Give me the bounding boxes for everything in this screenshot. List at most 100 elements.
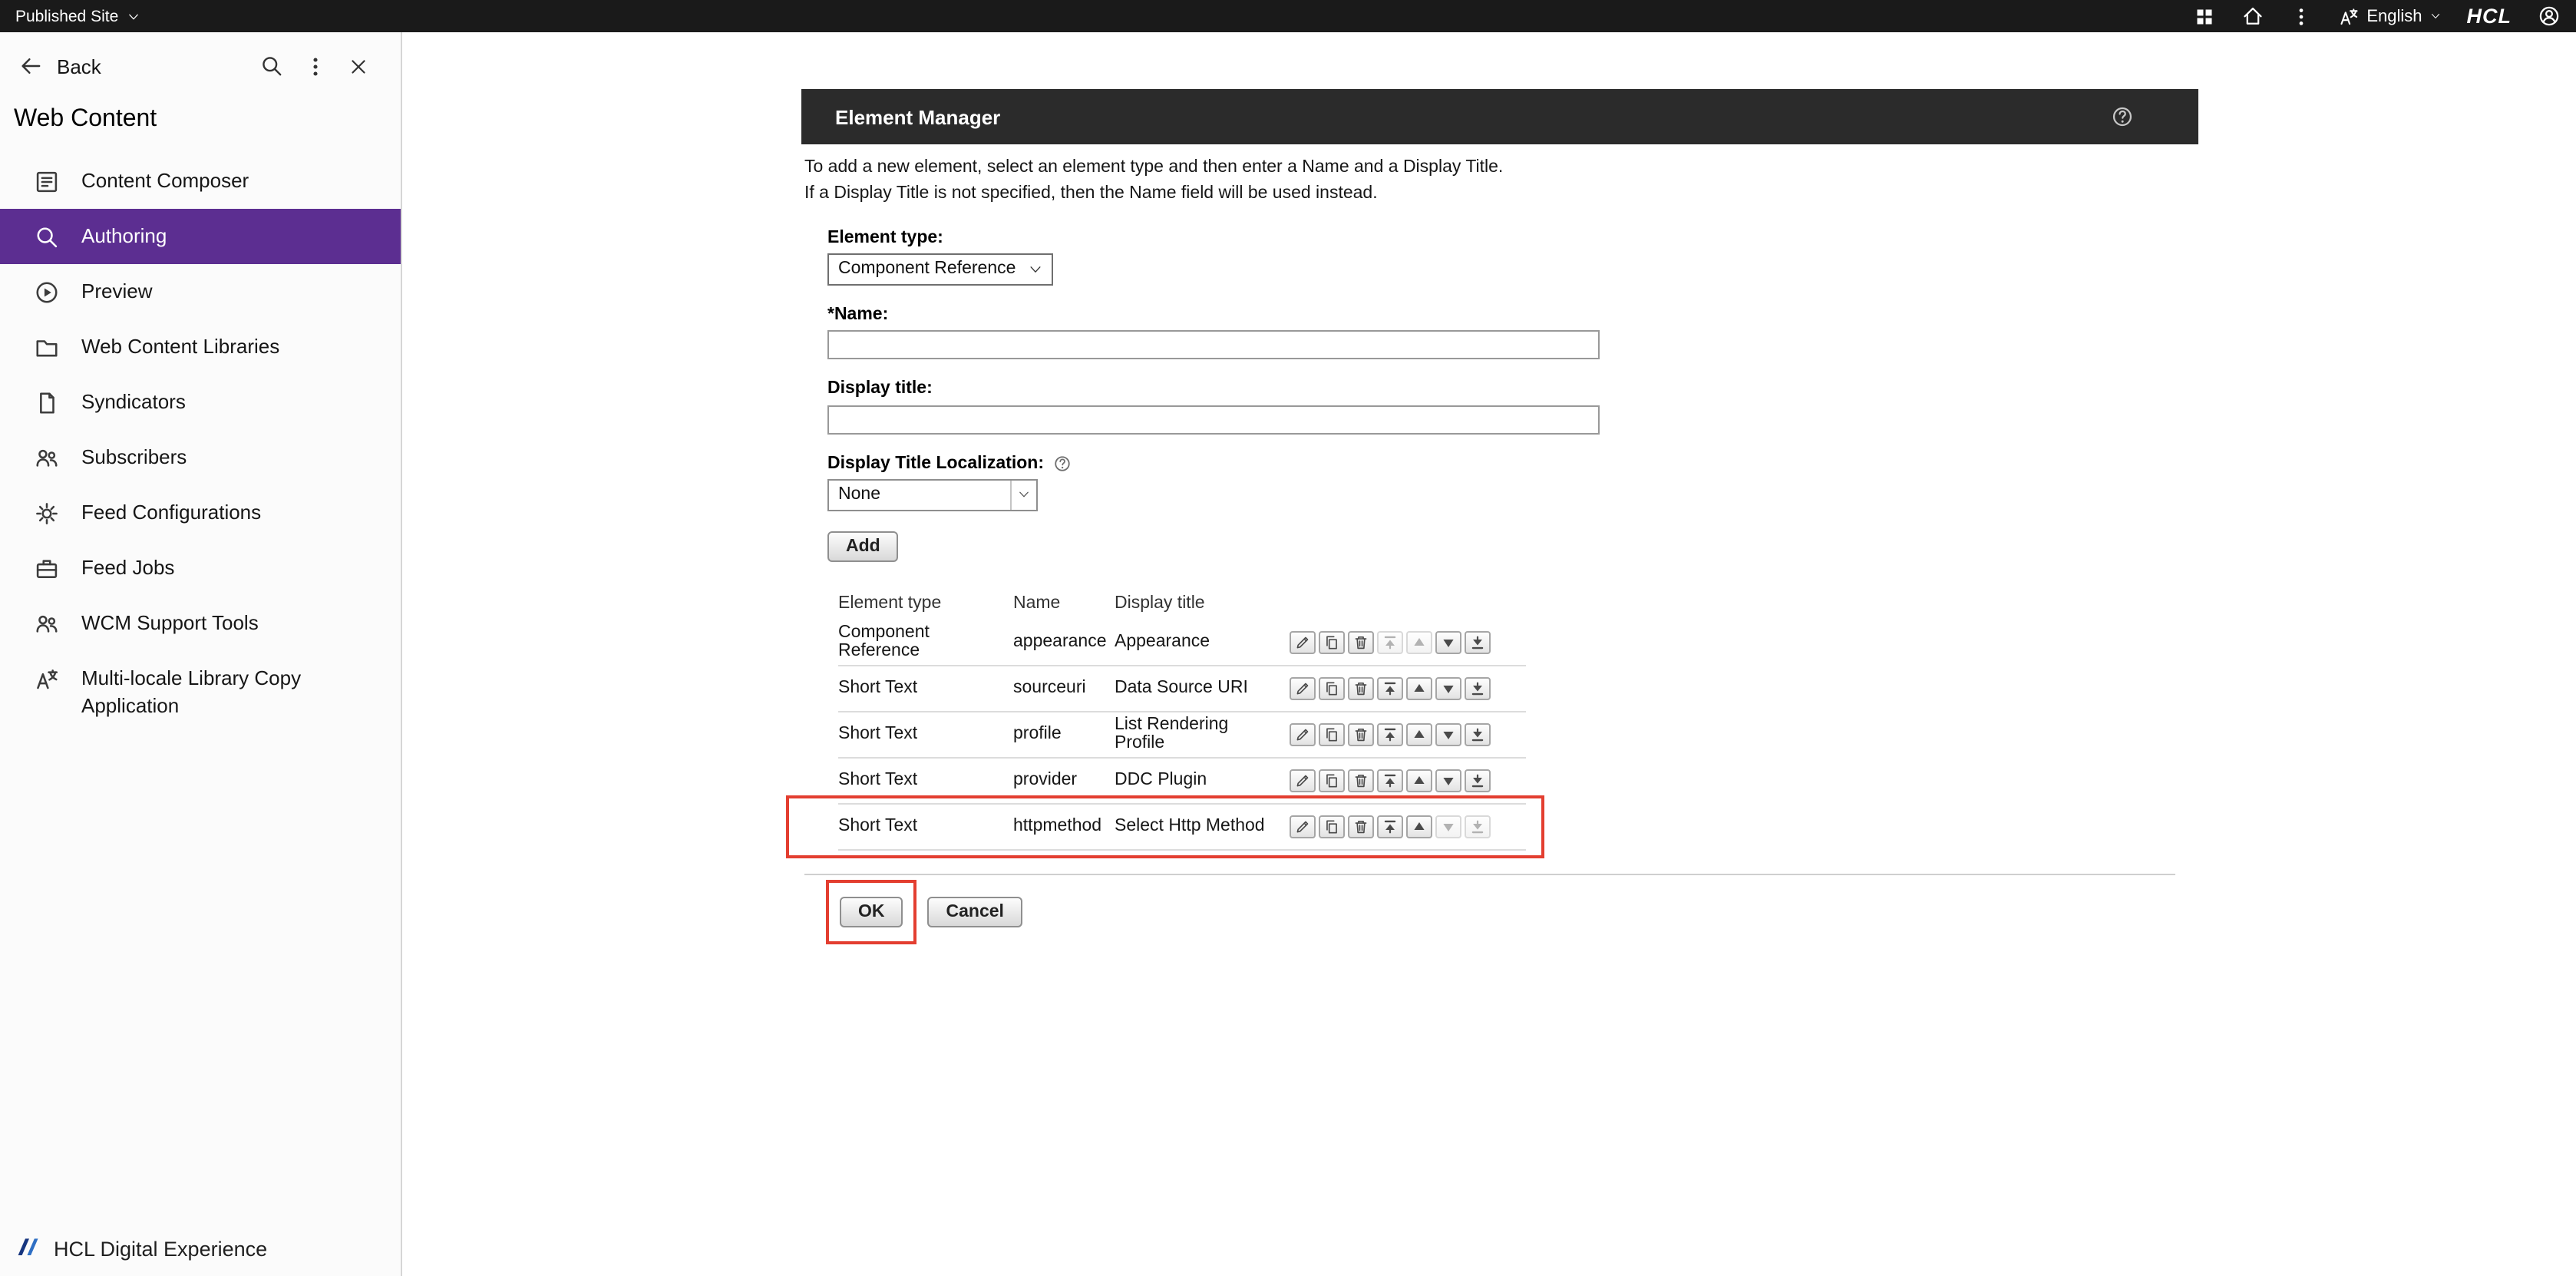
move-top-button[interactable]	[1377, 815, 1403, 838]
hcl-logo-icon	[15, 1235, 43, 1262]
app-window: Published Site English HCL	[0, 0, 2576, 1276]
delete-button[interactable]	[1348, 722, 1374, 745]
cancel-button[interactable]: Cancel	[928, 896, 1022, 927]
copy-icon	[1323, 818, 1340, 835]
form-divider	[804, 873, 2175, 874]
edit-button[interactable]	[1290, 722, 1316, 745]
sidebar-item-label: Authoring	[81, 223, 167, 250]
cell-name: httpmethod	[1013, 817, 1115, 835]
move-down-button[interactable]	[1435, 676, 1461, 699]
copy-button[interactable]	[1319, 769, 1345, 792]
language-label: English	[2366, 7, 2422, 25]
back-button[interactable]	[18, 54, 43, 78]
add-button[interactable]: Add	[827, 531, 899, 561]
table-row: Short TextsourceuriData Source URI	[838, 666, 1526, 712]
copy-icon	[1323, 726, 1340, 742]
move-up-button[interactable]	[1406, 676, 1432, 699]
move-top-button[interactable]	[1377, 676, 1403, 699]
localization-help-button[interactable]	[1053, 454, 1072, 472]
sidebar-item-label: Subscribers	[81, 444, 187, 471]
element-type-select[interactable]: Component Reference	[827, 253, 1052, 285]
name-input[interactable]	[827, 330, 1600, 359]
cell-name: provider	[1013, 771, 1115, 789]
sidebar-close-button[interactable]	[347, 55, 370, 78]
move-up-button[interactable]	[1406, 769, 1432, 792]
move-up-button[interactable]	[1406, 722, 1432, 745]
move-top-button[interactable]	[1377, 722, 1403, 745]
apps-button[interactable]	[2193, 5, 2214, 27]
home-button[interactable]	[2241, 5, 2264, 28]
sidebar-more-button[interactable]	[304, 55, 327, 78]
sidebar-item-subscribers[interactable]: Subscribers	[0, 430, 401, 485]
back-label[interactable]: Back	[57, 55, 101, 78]
column-header-name: Name	[1013, 594, 1115, 613]
elements-table: Element type Name Display title Componen…	[838, 587, 1526, 850]
move-bottom-button[interactable]	[1465, 769, 1491, 792]
ok-button[interactable]: OK	[840, 896, 903, 927]
cell-display-title: Select Http Method	[1115, 817, 1280, 835]
sidebar-item-preview[interactable]: Preview	[0, 264, 401, 319]
move-down-button[interactable]	[1435, 630, 1461, 653]
sidebar-item-label: Web Content Libraries	[81, 333, 279, 360]
sidebar-item-feed-configurations[interactable]: Feed Configurations	[0, 485, 401, 540]
sidebar-title: Web Content	[0, 100, 401, 154]
sidebar-item-label: Feed Jobs	[81, 554, 174, 581]
chevron-down-icon	[1028, 262, 1042, 276]
delete-icon	[1352, 772, 1369, 788]
move-bottom-button[interactable]	[1465, 676, 1491, 699]
copy-button[interactable]	[1319, 676, 1345, 699]
element-manager-dialog: Element Manager To add a new element, se…	[801, 89, 2198, 927]
sidebar-item-label: Syndicators	[81, 388, 186, 415]
copy-button[interactable]	[1319, 722, 1345, 745]
delete-button[interactable]	[1348, 676, 1374, 699]
sidebar-item-syndicators[interactable]: Syndicators	[0, 375, 401, 430]
sidebar-item-authoring[interactable]: Authoring	[0, 209, 401, 264]
sidebar-search-button[interactable]	[259, 54, 284, 78]
copy-button[interactable]	[1319, 630, 1345, 653]
move-down-button[interactable]	[1435, 769, 1461, 792]
move-top-button[interactable]	[1377, 769, 1403, 792]
language-selector[interactable]: English	[2337, 5, 2440, 27]
sidebar-item-multi-locale-library-copy-application[interactable]: Multi-locale Library Copy Application	[0, 651, 401, 732]
move-down-button[interactable]	[1435, 722, 1461, 745]
delete-button[interactable]	[1348, 630, 1374, 653]
more-options-button[interactable]	[2290, 5, 2311, 27]
sidebar-item-web-content-libraries[interactable]: Web Content Libraries	[0, 319, 401, 375]
sidebar-item-wcm-support-tools[interactable]: WCM Support Tools	[0, 596, 401, 651]
move-bottom-button	[1465, 815, 1491, 838]
edit-button[interactable]	[1290, 630, 1316, 653]
delete-button[interactable]	[1348, 769, 1374, 792]
move-up-icon	[1411, 633, 1428, 650]
apps-icon	[2193, 5, 2214, 27]
display-title-input[interactable]	[827, 405, 1600, 434]
dialog-help-button[interactable]	[2111, 105, 2134, 128]
move-bottom-button[interactable]	[1465, 722, 1491, 745]
column-header-display-title: Display title	[1115, 594, 1280, 613]
localization-select[interactable]: None	[827, 478, 1038, 511]
edit-icon	[1294, 726, 1311, 742]
copy-icon	[1323, 679, 1340, 696]
edit-button[interactable]	[1290, 815, 1316, 838]
edit-button[interactable]	[1290, 769, 1316, 792]
edit-button[interactable]	[1290, 676, 1316, 699]
cell-element-type: Short Text	[838, 817, 1013, 835]
sidebar-item-feed-jobs[interactable]: Feed Jobs	[0, 540, 401, 596]
sidebar-item-content-composer[interactable]: Content Composer	[0, 154, 401, 209]
move-up-button[interactable]	[1406, 815, 1432, 838]
dialog-header: Element Manager	[801, 89, 2198, 144]
delete-icon	[1352, 679, 1369, 696]
cell-name: profile	[1013, 725, 1115, 743]
preview-icon	[32, 278, 60, 306]
cell-element-type: Component Reference	[838, 623, 1013, 660]
copy-button[interactable]	[1319, 815, 1345, 838]
sidebar-item-label: Content Composer	[81, 167, 249, 194]
site-selector[interactable]: Published Site	[15, 7, 140, 25]
account-button[interactable]	[2538, 5, 2561, 28]
content-composer-icon	[32, 167, 60, 195]
hcl-logo: HCL	[2467, 5, 2512, 28]
account-icon	[2538, 5, 2561, 28]
delete-button[interactable]	[1348, 815, 1374, 838]
copy-icon	[1323, 772, 1340, 788]
move-bottom-button[interactable]	[1465, 630, 1491, 653]
search-icon	[259, 54, 284, 78]
